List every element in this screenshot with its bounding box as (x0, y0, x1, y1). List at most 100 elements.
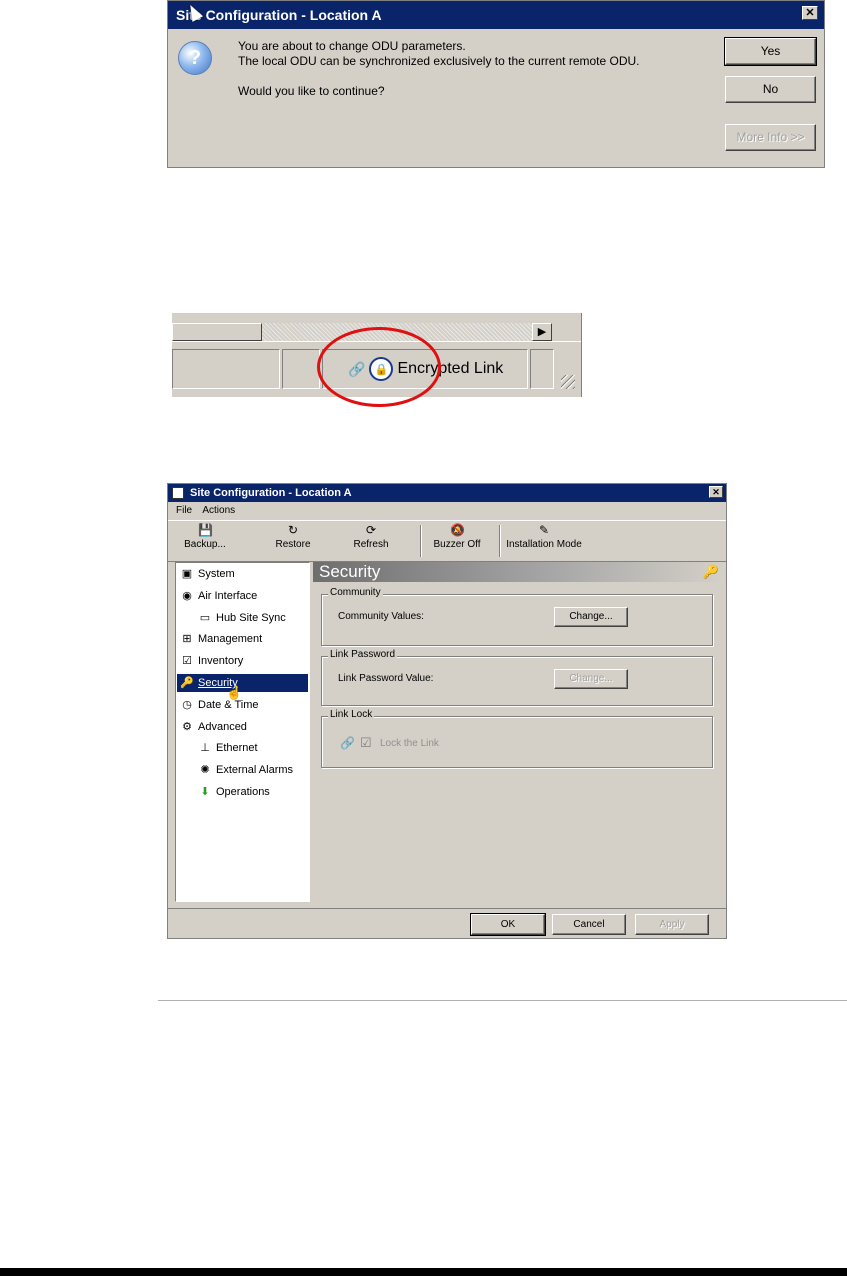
more-info-button[interactable]: More Info >> (725, 124, 816, 151)
dialog-button-bar: OK Cancel Apply (168, 908, 726, 939)
confirm-dialog: Site Configuration - Location A ✕ ? You … (167, 0, 825, 168)
tree-item-management[interactable]: ⊞ Management (180, 630, 262, 648)
refresh-button[interactable]: ⟳ Refresh (346, 523, 396, 550)
close-icon[interactable]: ✕ (802, 6, 818, 20)
status-pane-4 (530, 349, 554, 389)
yes-button[interactable]: Yes (724, 37, 817, 66)
restore-label: Restore (275, 539, 311, 550)
window-title: Site Configuration - Location A (190, 487, 352, 499)
toolbar-separator (499, 525, 501, 557)
ok-button[interactable]: OK (470, 913, 546, 936)
change-link-password-button[interactable]: Change... (554, 669, 628, 689)
tree-item-inventory[interactable]: ☑ Inventory (180, 652, 243, 670)
backup-label: Backup... (184, 539, 226, 550)
installation-mode-button[interactable]: ✎ Installation Mode (504, 523, 584, 550)
installation-mode-label: Installation Mode (506, 539, 582, 550)
message-line-2: The local ODU can be synchronized exclus… (238, 54, 640, 68)
question-icon: ? (178, 41, 212, 75)
tree-item-system[interactable]: ▣ System (180, 565, 235, 583)
confirm-dialog-title: Site Configuration - Location A (176, 7, 382, 23)
confirm-dialog-titlebar[interactable]: Site Configuration - Location A ✕ (168, 1, 824, 29)
tree-item-date-time[interactable]: ◷ Date & Time (180, 696, 258, 714)
lock-the-link-label: Lock the Link (380, 738, 439, 749)
highlight-circle (317, 327, 441, 407)
menu-bar: File Actions (168, 502, 726, 520)
apply-button[interactable]: Apply (635, 914, 709, 935)
scroll-right-arrow-icon[interactable]: ▶ (532, 323, 552, 341)
inventory-icon: ☑ (182, 655, 192, 667)
window-titlebar[interactable]: Site Configuration - Location A ✕ (168, 484, 726, 502)
tree-item-operations[interactable]: ⬇ Operations (198, 783, 270, 801)
site-configuration-window: Site Configuration - Location A ✕ File A… (167, 483, 727, 939)
refresh-icon: ⟳ (365, 523, 377, 537)
link-password-legend: Link Password (328, 649, 398, 660)
lock-the-link-checkbox[interactable]: ☑ (360, 735, 372, 751)
tree-item-label: Management (198, 633, 263, 645)
buzzer-off-button[interactable]: 🔕 Buzzer Off (430, 523, 484, 550)
system-icon: ▣ (181, 568, 193, 580)
tree-item-advanced[interactable]: ⚙ Advanced (180, 718, 247, 736)
link-icon: 🔗 (340, 736, 355, 750)
change-community-button[interactable]: Change... (554, 607, 628, 627)
navigation-tree: ▣ System ◉ Air Interface ▭ Hub Site Sync ⊞ M… (175, 562, 310, 902)
air-interface-icon: ◉ (182, 590, 192, 602)
no-button[interactable]: No (725, 76, 816, 103)
tree-item-label: Air Interface (198, 590, 258, 602)
community-values-label: Community Values: (338, 611, 424, 622)
installation-mode-icon: ✎ (538, 523, 550, 537)
panel-title: Security (319, 562, 381, 581)
app-icon (172, 487, 184, 499)
toolbar: 💾 Backup... ↻ Restore ⟳ Refresh 🔕 Buzzer… (168, 520, 726, 562)
community-group: Community Community Values: Change... (321, 587, 713, 646)
alarm-icon: ✺ (200, 764, 210, 776)
key-icon: 🔑 (702, 564, 719, 579)
message-line-3: Would you like to continue? (238, 84, 385, 98)
tree-item-air-interface[interactable]: ◉ Air Interface (180, 587, 257, 605)
buzzer-off-icon: 🔕 (450, 523, 465, 537)
tree-item-label: External Alarms (216, 764, 294, 776)
security-key-icon: 🔑 (180, 677, 194, 689)
menu-actions[interactable]: Actions (202, 505, 235, 516)
panel-header: Security 🔑 (313, 562, 723, 582)
restore-button[interactable]: ↻ Restore (268, 523, 318, 550)
status-pane-1 (172, 349, 280, 389)
ethernet-icon: ⊥ (200, 742, 210, 754)
scrollbar-thumb[interactable] (172, 323, 262, 341)
refresh-label: Refresh (353, 539, 389, 550)
tree-item-label: Inventory (198, 655, 244, 667)
tree-item-label: Advanced (198, 721, 247, 733)
cancel-button[interactable]: Cancel (552, 914, 626, 935)
management-icon: ⊞ (182, 633, 192, 645)
tree-item-security[interactable]: 🔑 Security (177, 674, 308, 692)
resize-grip-icon[interactable] (561, 375, 575, 389)
backup-button[interactable]: 💾 Backup... (180, 523, 230, 550)
restore-icon: ↻ (287, 523, 299, 537)
close-icon[interactable]: ✕ (709, 486, 723, 498)
operations-arrow-icon: ⬇ (200, 786, 210, 798)
community-legend: Community (328, 587, 383, 598)
security-panel: Security 🔑 Community Community Values: C… (313, 562, 723, 902)
tree-item-label: System (198, 568, 235, 580)
message-line-1: You are about to change ODU parameters. (238, 39, 466, 53)
hand-cursor-icon: ☝ (226, 685, 243, 700)
link-lock-group: Link Lock 🔗 ☑ Lock the Link (321, 709, 713, 768)
tree-item-label: Hub Site Sync (216, 612, 286, 624)
buzzer-off-label: Buzzer Off (433, 539, 481, 550)
horizontal-rule (158, 1000, 847, 1001)
hub-site-sync-icon: ▭ (199, 612, 211, 624)
status-pane-2 (282, 349, 320, 389)
toolbar-separator (420, 525, 422, 557)
gear-icon: ⚙ (182, 721, 192, 733)
page-footer-bar (0, 1268, 847, 1276)
tree-item-external-alarms[interactable]: ✺ External Alarms (198, 761, 293, 779)
floppy-disk-icon: 💾 (198, 523, 213, 537)
tree-item-ethernet[interactable]: ⊥ Ethernet (198, 739, 258, 757)
tree-item-label: Operations (216, 786, 270, 798)
menu-file[interactable]: File (176, 505, 192, 516)
tree-item-label: Ethernet (216, 742, 258, 754)
link-password-group: Link Password Link Password Value: Chang… (321, 649, 713, 706)
clock-icon: ◷ (182, 699, 192, 711)
link-password-value-label: Link Password Value: (338, 673, 434, 684)
link-lock-legend: Link Lock (328, 709, 375, 720)
tree-item-hub-site-sync[interactable]: ▭ Hub Site Sync (198, 609, 286, 627)
